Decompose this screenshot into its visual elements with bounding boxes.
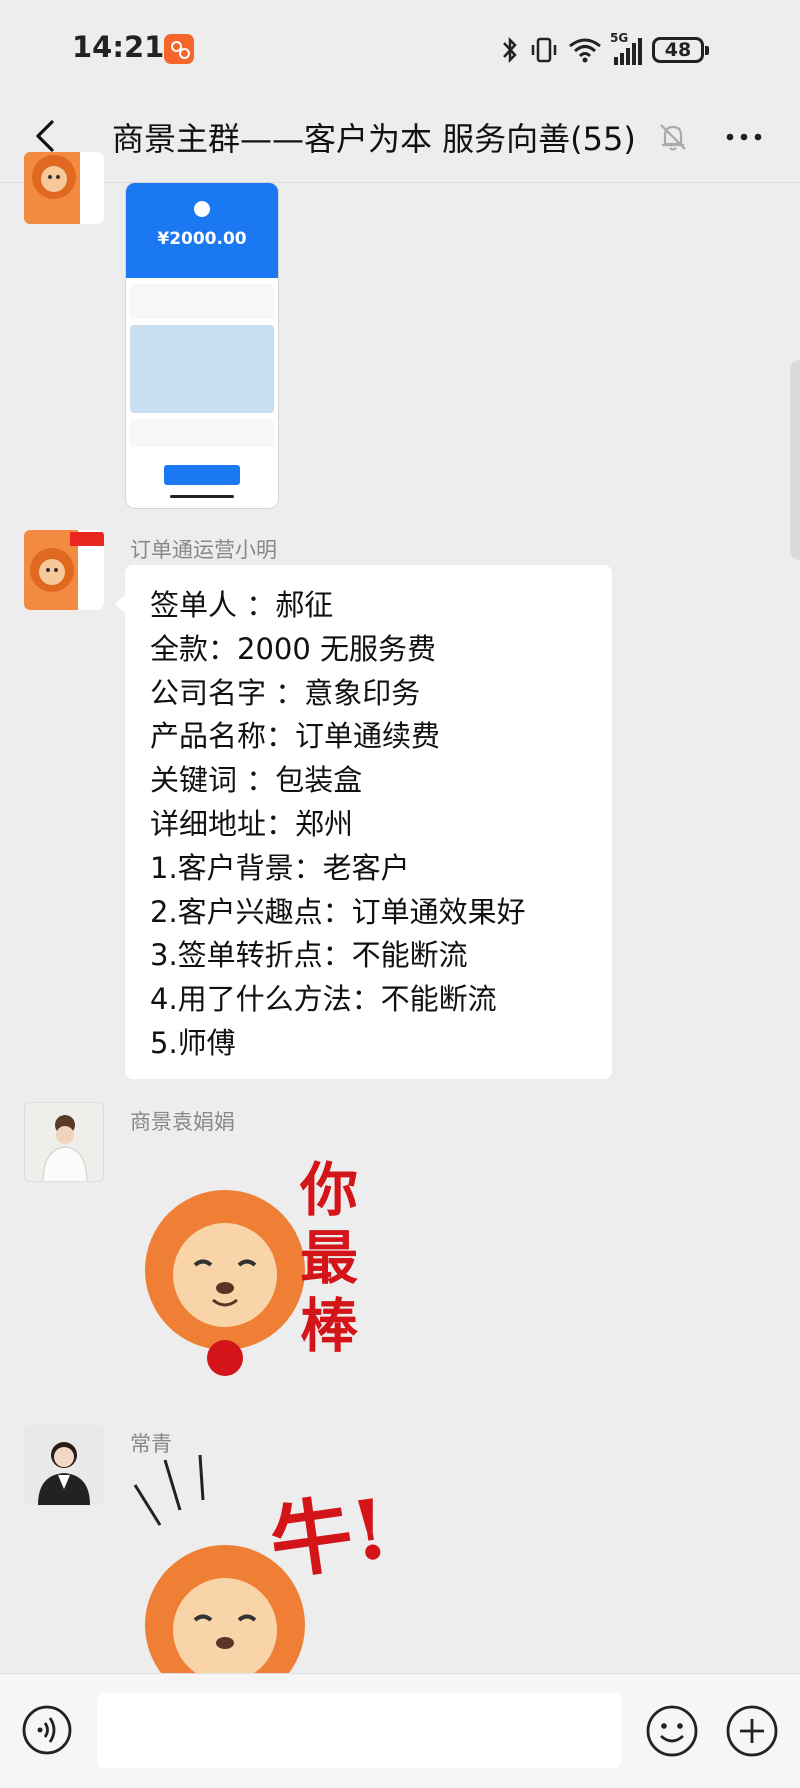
screenshot-card: [130, 419, 274, 447]
wifi-icon: [569, 38, 601, 63]
more-options-icon[interactable]: [722, 120, 766, 154]
more-actions-plus-icon[interactable]: [725, 1704, 779, 1758]
message-line: 全款：2000 无服务费: [150, 631, 437, 666]
network-type-label: 5G: [610, 31, 629, 45]
message-line: 5.师傅: [150, 1025, 236, 1060]
lion-face: [173, 1578, 277, 1682]
screenshot-card: [130, 284, 274, 319]
chat-title: 商景主群——客户为本 服务向善(55): [112, 120, 636, 158]
lion-avatar-icon: [30, 530, 104, 610]
header-divider: [0, 182, 800, 183]
message-line: 4.用了什么方法：不能断流: [150, 982, 497, 1017]
sender-avatar[interactable]: [24, 1102, 104, 1182]
sender-name: 订单通运营小明: [130, 538, 277, 562]
sticker-word: 最: [300, 1224, 358, 1292]
message-line: 关键词 ：包装盒: [150, 763, 363, 798]
message-line: 2.客户兴趣点：订单通效果好: [150, 894, 526, 929]
sender-name: 商景袁娟娟: [130, 1110, 235, 1134]
sender-avatar[interactable]: [24, 1425, 104, 1505]
status-time: 14:21: [72, 30, 165, 64]
screenshot-button: [164, 465, 240, 485]
scroll-handle[interactable]: [790, 360, 800, 560]
message-line: 3.签单转折点：不能断流: [150, 938, 468, 973]
awesome-lion-sticker[interactable]: 牛!: [125, 1454, 405, 1705]
back-arrow-icon[interactable]: [28, 118, 64, 154]
lion-avatar-icon: [32, 152, 104, 224]
notification-app-icon: [164, 34, 194, 64]
message-line: 公司名字 ：意象印务: [150, 675, 421, 710]
message-line: 1.客户背景：老客户: [150, 850, 410, 885]
screenshot-amount: ¥2000.00: [157, 229, 247, 249]
sticker-word: 棒: [300, 1292, 359, 1360]
message-input[interactable]: [97, 1693, 622, 1768]
message-line: 签单人 ：郝征: [150, 588, 334, 622]
text-message-bubble[interactable]: 签单人 ：郝征 全款：2000 无服务费 公司名字 ：意象印务 产品名称：订单通…: [115, 565, 612, 1079]
lion-face: [173, 1223, 277, 1327]
status-indicators: 5G 48: [500, 30, 709, 70]
screenshot-home-bar: [170, 495, 234, 498]
person-photo-icon: [24, 1425, 104, 1505]
signal-indicator: 5G: [610, 31, 642, 65]
vibrate-icon: [531, 37, 557, 63]
emoji-icon[interactable]: [645, 1704, 699, 1758]
screenshot-banner: [130, 325, 274, 413]
mute-bell-icon: [660, 124, 686, 151]
sender-name: 常青: [130, 1432, 172, 1456]
check-icon: [194, 201, 210, 217]
battery-icon: 48: [652, 37, 709, 63]
you-are-best-lion-sticker[interactable]: 你 最 棒: [125, 1140, 395, 1410]
message-line: 详细地址：郑州: [150, 806, 354, 841]
voice-input-icon[interactable]: [21, 1704, 73, 1756]
battery-level: 48: [664, 39, 692, 61]
message-line: 产品名称：订单通续费: [150, 719, 441, 754]
bluetooth-icon: [503, 36, 517, 64]
payment-screenshot-image[interactable]: ¥2000.00: [125, 182, 279, 509]
sender-avatar[interactable]: [24, 530, 104, 610]
person-photo-icon: [42, 1115, 88, 1181]
sticker-word: 你: [299, 1156, 358, 1224]
sender-avatar[interactable]: [24, 152, 104, 224]
